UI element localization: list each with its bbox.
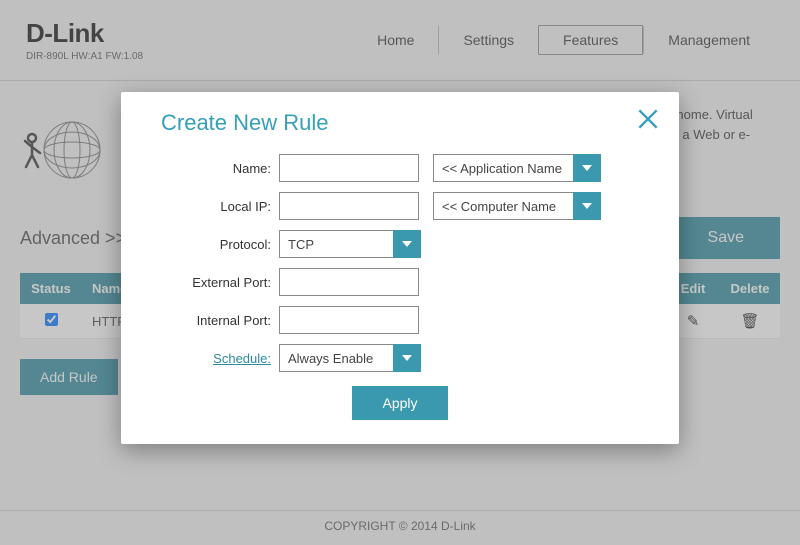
modal-overlay: Create New Rule Name: << Application Nam… <box>0 0 800 545</box>
label-name: Name: <box>151 161 279 176</box>
schedule-value: Always Enable <box>279 344 393 372</box>
label-schedule[interactable]: Schedule: <box>151 351 279 366</box>
application-name-value: << Application Name <box>433 154 573 182</box>
schedule-select[interactable]: Always Enable <box>279 344 421 372</box>
create-rule-modal: Create New Rule Name: << Application Nam… <box>121 92 679 444</box>
computer-name-select[interactable]: << Computer Name <box>433 192 601 220</box>
chevron-down-icon[interactable] <box>393 344 421 372</box>
protocol-value: TCP <box>279 230 393 258</box>
label-external-port: External Port: <box>151 275 279 290</box>
chevron-down-icon[interactable] <box>393 230 421 258</box>
apply-button[interactable]: Apply <box>352 386 447 420</box>
application-name-select[interactable]: << Application Name <box>433 154 601 182</box>
chevron-down-icon[interactable] <box>573 154 601 182</box>
protocol-select[interactable]: TCP <box>279 230 421 258</box>
modal-title: Create New Rule <box>161 110 649 136</box>
computer-name-value: << Computer Name <box>433 192 573 220</box>
label-local-ip: Local IP: <box>151 199 279 214</box>
internal-port-input[interactable] <box>279 306 419 334</box>
close-icon[interactable] <box>635 106 661 135</box>
local-ip-input[interactable] <box>279 192 419 220</box>
label-protocol: Protocol: <box>151 237 279 252</box>
name-input[interactable] <box>279 154 419 182</box>
external-port-input[interactable] <box>279 268 419 296</box>
chevron-down-icon[interactable] <box>573 192 601 220</box>
label-internal-port: Internal Port: <box>151 313 279 328</box>
